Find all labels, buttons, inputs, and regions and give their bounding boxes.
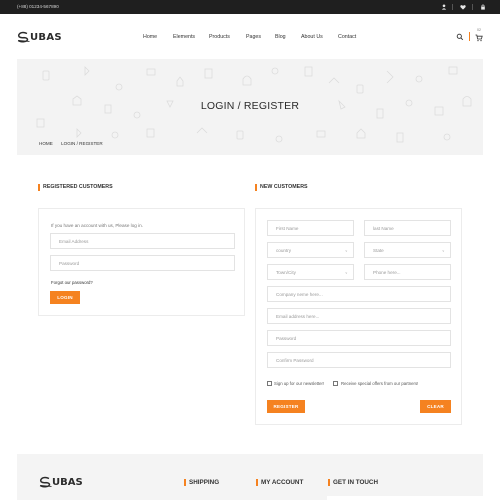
login-form: If you have an account with us, Please l… <box>38 208 245 316</box>
login-email-input[interactable]: Email Address <box>50 233 235 249</box>
registered-customers-heading: REGISTERED CUSTOMERS <box>38 184 113 191</box>
breadcrumb-current: LOGIN / REGISTER <box>61 141 103 146</box>
login-button[interactable]: LOGIN <box>50 291 80 304</box>
footer: UBAS SHIPPING MY ACCOUNT GET IN TOUCH <box>17 454 483 500</box>
offers-label: Receive special offers from our partners… <box>341 381 419 386</box>
cart-count-badge: 02 <box>477 28 481 32</box>
login-password-input[interactable]: Password <box>50 255 235 271</box>
town-select-value: Town/City <box>276 269 296 275</box>
chevron-down-icon: ⌄ <box>344 247 348 253</box>
register-form: First Name last Name country ⌄ State ⌄ T… <box>255 208 462 425</box>
nav-item-home[interactable]: Home <box>143 34 157 40</box>
state-select[interactable]: State ⌄ <box>364 242 451 258</box>
search-icon[interactable] <box>456 33 464 41</box>
first-name-input[interactable]: First Name <box>267 220 354 236</box>
footer-logo-text: UBAS <box>52 476 83 488</box>
register-button[interactable]: REGISTER <box>267 400 305 413</box>
user-icon[interactable] <box>440 3 448 11</box>
state-select-value: State <box>373 247 384 253</box>
top-bar-divider <box>452 4 453 10</box>
clear-button[interactable]: CLEAR <box>420 400 451 413</box>
top-bar-divider <box>472 4 473 10</box>
town-select[interactable]: Town/City ⌄ <box>267 264 354 280</box>
password-input[interactable]: Password <box>267 330 451 346</box>
confirm-password-input[interactable]: Confirm Password <box>267 352 451 368</box>
company-input[interactable]: Company neme here... <box>267 286 451 302</box>
login-intro-text: If you have an account with us, Please l… <box>51 223 143 228</box>
page-banner: LOGIN / REGISTER HOME LOGIN / REGISTER <box>17 59 483 155</box>
chevron-down-icon: ⌄ <box>441 247 445 253</box>
cart-icon[interactable] <box>475 34 483 42</box>
nav-item-contact[interactable]: Contact <box>338 34 356 40</box>
forgot-password-link[interactable]: Forgot our password? <box>51 280 93 285</box>
email-input[interactable]: Email address here... <box>267 308 451 324</box>
country-select[interactable]: country ⌄ <box>267 242 354 258</box>
breadcrumb: HOME LOGIN / REGISTER <box>39 141 103 146</box>
chevron-down-icon: ⌄ <box>344 269 348 275</box>
footer-heading-shipping: SHIPPING <box>184 479 219 486</box>
country-select-value: country <box>276 247 292 253</box>
footer-contact-bar <box>327 496 483 500</box>
main-nav: Home Elements Products Pages Blog About … <box>0 34 500 42</box>
logo-mark-icon <box>39 476 52 488</box>
breadcrumb-home[interactable]: HOME <box>39 141 53 146</box>
newsletter-label: Sign up for our newsletter! <box>274 381 325 386</box>
phone-input[interactable]: Phone here... <box>364 264 451 280</box>
footer-heading-get-in-touch: GET IN TOUCH <box>328 479 378 486</box>
offers-checkbox[interactable] <box>333 381 338 386</box>
nav-item-about-us[interactable]: About Us <box>301 34 323 40</box>
header-divider <box>469 32 470 41</box>
nav-item-pages[interactable]: Pages <box>246 34 261 40</box>
footer-heading-my-account: MY ACCOUNT <box>256 479 303 486</box>
new-customers-heading: NEW CUSTOMERS <box>255 184 308 191</box>
newsletter-checkbox[interactable] <box>267 381 272 386</box>
nav-item-products[interactable]: Products <box>209 34 230 40</box>
nav-item-elements[interactable]: Elements <box>173 34 195 40</box>
last-name-input[interactable]: last Name <box>364 220 451 236</box>
top-bar-phone: (+88) 01234-567890 <box>17 4 59 9</box>
heart-icon[interactable] <box>459 3 467 11</box>
lock-icon[interactable] <box>479 3 487 11</box>
top-bar: (+88) 01234-567890 <box>0 0 500 14</box>
nav-item-blog[interactable]: Blog <box>275 34 286 40</box>
footer-logo[interactable]: UBAS <box>39 476 83 488</box>
page-title: LOGIN / REGISTER <box>200 100 300 112</box>
